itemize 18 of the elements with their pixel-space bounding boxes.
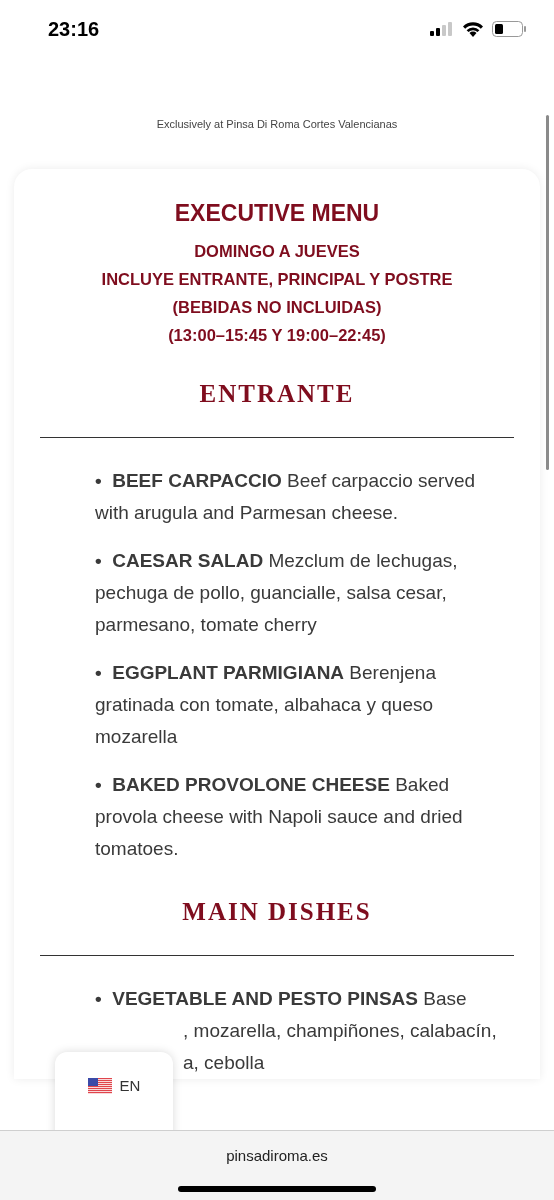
menu-subtitle: (13:00–15:45 Y 19:00–22:45) — [167, 325, 387, 346]
section-heading: ENTRANTE — [198, 379, 356, 409]
menu-subtitle: (BEBIDAS NO INCLUIDAS) — [171, 297, 383, 318]
tagline: Exclusively at Pinsa Di Roma Cortes Valencianas — [155, 117, 399, 132]
signal-icon — [430, 22, 454, 36]
url-text[interactable]: pinsadiroma.es — [226, 1145, 328, 1168]
status-time: 23:16 — [48, 17, 100, 42]
menu-subtitle: DOMINGO A JUEVES — [193, 241, 361, 262]
menu-item-text: , mozarella, champiñones, calabacín, — [182, 1019, 498, 1043]
scrollbar-icon — [546, 115, 549, 470]
section-heading: MAIN DISHES — [181, 897, 373, 927]
wifi-icon — [462, 21, 484, 37]
menu-title: EXECUTIVE MENU — [173, 199, 381, 228]
menu-item-text: a, cebolla — [182, 1051, 266, 1075]
battery-icon — [492, 21, 526, 37]
language-label: EN — [119, 1078, 141, 1094]
flag-icon — [87, 1078, 112, 1094]
menu-subtitle: INCLUYE ENTRANTE, PRINCIPAL Y POSTRE — [100, 269, 454, 290]
